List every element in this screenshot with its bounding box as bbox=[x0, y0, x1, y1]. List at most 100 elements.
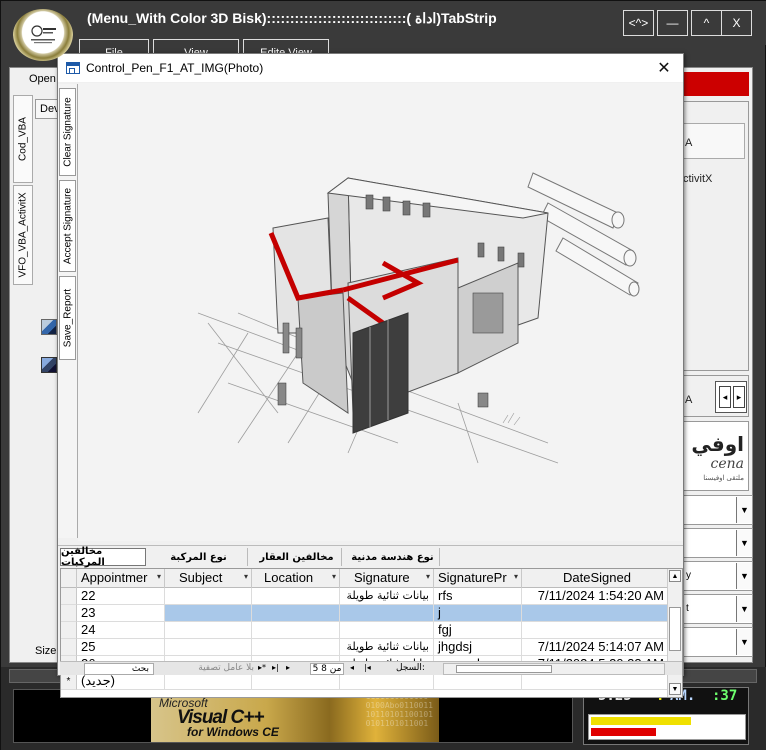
tab-vfo-vba-activitx[interactable]: VFO_VBA_ActivitX bbox=[13, 185, 33, 285]
chevron-left-icon[interactable]: ◂ bbox=[719, 386, 731, 408]
maximize-button[interactable]: ^ bbox=[691, 10, 722, 36]
chevron-down-icon[interactable]: ▼ bbox=[736, 497, 752, 523]
cell-subject[interactable] bbox=[165, 622, 252, 639]
first-record-icon[interactable]: |◂ bbox=[364, 663, 371, 675]
row-selector[interactable] bbox=[61, 605, 77, 622]
chevron-right-icon[interactable]: ▸ bbox=[733, 386, 745, 408]
banner-windows-ce: for Windows CE bbox=[187, 725, 279, 739]
spin-control[interactable]: ◂ ▸ bbox=[715, 381, 747, 413]
minimize-button[interactable]: — bbox=[657, 10, 688, 36]
bottom-tab-strip: مخالفين المركبات نوع المركبة مخالفين الع… bbox=[58, 545, 683, 568]
dropdown-3[interactable]: y ▼ bbox=[681, 561, 753, 591]
app-window: (Menu_With Color 3D Bisk):::::::::::::::… bbox=[0, 0, 766, 750]
cell-subject[interactable] bbox=[165, 605, 252, 622]
dropdown-5[interactable]: ▼ bbox=[681, 627, 753, 657]
right-text-activitx: ctivitX bbox=[683, 173, 713, 185]
filter-status[interactable]: بلا عامل تصفية bbox=[158, 663, 254, 675]
close-app-button[interactable]: X bbox=[721, 10, 752, 36]
dropdown-4[interactable]: t ▼ bbox=[681, 594, 753, 624]
chevron-down-icon[interactable]: ▼ bbox=[736, 596, 752, 622]
new-row-cell[interactable] bbox=[340, 673, 434, 690]
chevron-down-icon[interactable]: ▼ bbox=[736, 563, 752, 589]
new-row-cell[interactable] bbox=[252, 673, 340, 690]
current-record-field[interactable]: 5 ﻣﻦ 8 bbox=[310, 663, 344, 675]
tab-save-report[interactable]: Save_Report bbox=[59, 276, 76, 360]
scroll-thumb[interactable] bbox=[669, 607, 681, 651]
tab-vehicle-type[interactable]: نوع المركبة bbox=[150, 548, 248, 566]
cell-signature[interactable] bbox=[340, 622, 434, 639]
cell-sigpr[interactable]: jhgdsj bbox=[434, 639, 522, 656]
new-row-cell[interactable] bbox=[434, 673, 522, 690]
table-row[interactable]: 23 j bbox=[61, 605, 669, 622]
grid-vertical-scrollbar[interactable]: ▲ ▼ bbox=[667, 569, 682, 697]
row-selector[interactable] bbox=[61, 639, 77, 656]
next-record-icon[interactable]: ▸ bbox=[286, 663, 290, 675]
grid-header: Appointmer ▾ Subject ▾ Location ▾ Signature… bbox=[61, 569, 669, 588]
cell-sigpr[interactable]: rfs bbox=[434, 588, 522, 605]
table-row[interactable]: 22 بيانات ثنائية طويلة rfs 7/11/2024 1:54:2… bbox=[61, 588, 669, 605]
new-row-cell[interactable] bbox=[165, 673, 252, 690]
search-input[interactable]: بحث bbox=[84, 663, 154, 675]
cell-location[interactable] bbox=[252, 622, 340, 639]
new-row-label[interactable]: (جديد) bbox=[77, 673, 165, 690]
cell-id[interactable]: 25 bbox=[77, 639, 165, 656]
row-selector[interactable] bbox=[61, 588, 77, 605]
logo-arabic-text: اوفي bbox=[691, 432, 744, 456]
select-all-corner[interactable] bbox=[61, 569, 77, 588]
cell-sigpr[interactable]: fgj bbox=[434, 622, 522, 639]
dev-tab[interactable]: Dev bbox=[35, 99, 59, 119]
cell-subject[interactable] bbox=[165, 588, 252, 605]
dropdown-2[interactable]: ▼ bbox=[681, 528, 753, 558]
hscroll-thumb[interactable] bbox=[456, 665, 552, 673]
cell-signature[interactable]: بيانات ثنائية طويلة bbox=[340, 639, 434, 656]
cell-date[interactable]: 7/11/2024 1:54:20 AM bbox=[522, 588, 669, 605]
form-close-button[interactable]: ✕ bbox=[651, 56, 677, 80]
right-text-a2: A bbox=[685, 394, 693, 406]
cell-date[interactable]: 7/11/2024 5:14:07 AM bbox=[522, 639, 669, 656]
prev-record-icon[interactable]: ◂ bbox=[350, 663, 354, 675]
col-signature-pr[interactable]: SignaturePr ▾ bbox=[434, 569, 522, 588]
tab-vehicle-violators[interactable]: مخالفين المركبات bbox=[60, 546, 146, 568]
col-location[interactable]: Location ▾ bbox=[252, 569, 340, 588]
tab-clear-signature[interactable]: Clear Signature bbox=[59, 88, 76, 176]
database-icon[interactable] bbox=[41, 319, 57, 335]
table-row[interactable]: 25 بيانات ثنائية طويلة jhgdsj 7/11/2024 5:1… bbox=[61, 639, 669, 656]
col-date-signed[interactable]: DateSigned bbox=[522, 569, 669, 588]
dropdown-1[interactable]: ▼ bbox=[681, 495, 753, 525]
cell-id[interactable]: 24 bbox=[77, 622, 165, 639]
col-signature[interactable]: Signature ▾ bbox=[340, 569, 434, 588]
scroll-up-icon[interactable]: ▲ bbox=[669, 570, 681, 582]
chevron-down-icon: ▾ bbox=[156, 572, 161, 581]
restore-toggle-button[interactable]: <^> bbox=[623, 10, 654, 36]
cell-id[interactable]: 22 bbox=[77, 588, 165, 605]
chevron-down-icon[interactable]: ▼ bbox=[736, 629, 752, 655]
cell-location[interactable] bbox=[252, 588, 340, 605]
tab-civil-engineering-type[interactable]: نوع هندسة مدنية bbox=[346, 548, 440, 566]
row-selector[interactable] bbox=[61, 622, 77, 639]
new-record-icon[interactable]: ▸* bbox=[258, 663, 266, 675]
cell-location[interactable] bbox=[252, 639, 340, 656]
tab-cod-vba[interactable]: Cod_VBA bbox=[13, 95, 33, 183]
layers-icon[interactable] bbox=[41, 357, 57, 373]
new-row-cell[interactable] bbox=[522, 673, 669, 690]
cell-signature[interactable]: بيانات ثنائية طويلة bbox=[340, 588, 434, 605]
tab-accept-signature[interactable]: Accept Signature bbox=[59, 180, 76, 272]
open-label[interactable]: Open bbox=[29, 73, 56, 85]
cell-sigpr[interactable]: j bbox=[434, 605, 522, 622]
cell-id[interactable]: 23 bbox=[77, 605, 165, 622]
last-record-icon[interactable]: ▸| bbox=[272, 663, 279, 675]
scroll-down-icon[interactable]: ▼ bbox=[669, 683, 681, 695]
col-subject[interactable]: Subject ▾ bbox=[165, 569, 252, 588]
cell-date[interactable] bbox=[522, 605, 669, 622]
cell-location[interactable] bbox=[252, 605, 340, 622]
clock-seconds: :37 bbox=[712, 688, 738, 704]
cell-date[interactable] bbox=[522, 622, 669, 639]
grid-horizontal-scrollbar[interactable] bbox=[443, 663, 665, 675]
cell-subject[interactable] bbox=[165, 639, 252, 656]
table-row[interactable]: 24 fgj bbox=[61, 622, 669, 639]
cell-signature[interactable] bbox=[340, 605, 434, 622]
chevron-down-icon[interactable]: ▼ bbox=[736, 530, 752, 556]
new-record-row[interactable]: * (جديد) bbox=[61, 673, 669, 690]
tab-property-violators[interactable]: مخالفين العقار bbox=[252, 548, 342, 566]
col-appointment[interactable]: Appointmer ▾ bbox=[77, 569, 165, 588]
